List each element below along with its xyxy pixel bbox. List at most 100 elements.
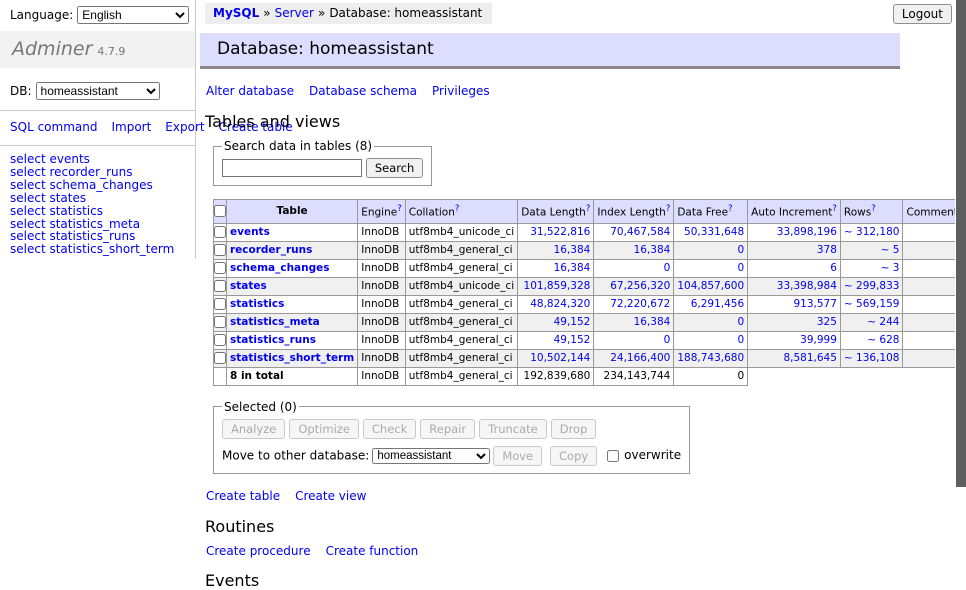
data-free-link[interactable]: 50,331,648 [684, 226, 744, 238]
data-length-link[interactable]: 48,824,320 [530, 298, 590, 310]
data-free-link[interactable]: 0 [737, 334, 744, 346]
optimize-button[interactable]: Optimize [289, 419, 359, 439]
data-length-link[interactable]: 16,384 [554, 262, 591, 274]
move-db-select[interactable]: homeassistant [372, 448, 490, 464]
column-help-link[interactable]: ? [586, 204, 591, 214]
data-free-cell: 0 [674, 241, 748, 259]
link-create-table[interactable]: Create table [206, 489, 280, 503]
auto-increment-link[interactable]: 8,581,645 [783, 352, 836, 364]
breadcrumb-mysql-link[interactable]: MySQL [213, 6, 259, 20]
row-checkbox[interactable] [214, 262, 226, 274]
rows-count-link[interactable]: ~ 299,833 [844, 280, 900, 292]
index-length-link[interactable]: 16,384 [634, 316, 671, 328]
rows-count-link[interactable]: ~ 5 [881, 244, 900, 256]
truncate-button[interactable]: Truncate [479, 419, 547, 439]
auto-increment-link[interactable]: 6 [830, 262, 837, 274]
drop-button[interactable]: Drop [551, 419, 597, 439]
auto-increment-link[interactable]: 378 [817, 244, 837, 256]
sidebar-select-schema-changes[interactable]: select schema_changes [10, 179, 195, 192]
data-free-link[interactable]: 104,857,600 [677, 280, 744, 292]
data-length-link[interactable]: 101,859,328 [524, 280, 591, 292]
auto-increment-link[interactable]: 913,577 [794, 298, 837, 310]
row-checkbox[interactable] [214, 226, 226, 238]
row-checkbox[interactable] [214, 244, 226, 256]
column-help-link[interactable]: ? [728, 204, 733, 214]
column-help-link[interactable]: ? [871, 204, 876, 214]
row-checkbox[interactable] [214, 334, 226, 346]
index-length-link[interactable]: 24,166,400 [610, 352, 670, 364]
data-length-link[interactable]: 31,522,816 [530, 226, 590, 238]
data-free-link[interactable]: 188,743,680 [677, 352, 744, 364]
language-select[interactable]: English [77, 6, 189, 24]
table-link-states[interactable]: states [230, 280, 267, 292]
scrollbar-thumb[interactable] [956, 0, 966, 487]
sidebar-select-states[interactable]: select states [10, 192, 195, 205]
overwrite-checkbox[interactable] [607, 450, 619, 462]
data-length-link[interactable]: 49,152 [554, 316, 591, 328]
rows-count-link[interactable]: ~ 3 [881, 262, 900, 274]
link-create-procedure[interactable]: Create procedure [206, 544, 311, 558]
data-length-link[interactable]: 16,384 [554, 244, 591, 256]
rows-count-link[interactable]: ~ 569,159 [844, 298, 900, 310]
rows-count-link[interactable]: ~ 628 [867, 334, 899, 346]
table-link-events[interactable]: events [230, 226, 270, 238]
scrollbar-track[interactable] [955, 0, 966, 543]
check-button[interactable]: Check [363, 419, 416, 439]
index-length-link[interactable]: 67,256,320 [610, 280, 670, 292]
search-input[interactable] [222, 159, 362, 177]
data-free-link[interactable]: 0 [737, 244, 744, 256]
sidebar-link-export[interactable]: Export [165, 120, 204, 134]
sidebar-link-sql-command[interactable]: SQL command [10, 120, 97, 134]
column-help-link[interactable]: ? [455, 204, 460, 214]
data-free-link[interactable]: 0 [737, 262, 744, 274]
index-length-link[interactable]: 0 [664, 262, 671, 274]
row-checkbox[interactable] [214, 298, 226, 310]
move-button[interactable]: Move [493, 446, 542, 466]
table-link-schema-changes[interactable]: schema_changes [230, 262, 330, 274]
rows-count-link[interactable]: ~ 244 [867, 316, 899, 328]
breadcrumb-server-link[interactable]: Server [275, 6, 314, 20]
index-length-link[interactable]: 70,467,584 [610, 226, 670, 238]
index-length-link[interactable]: 0 [664, 334, 671, 346]
rows-count-link[interactable]: ~ 136,108 [844, 352, 900, 364]
row-checkbox[interactable] [214, 352, 226, 364]
link-create-function[interactable]: Create function [326, 544, 419, 558]
rows-count-link[interactable]: ~ 312,180 [844, 226, 900, 238]
data-free-link[interactable]: 0 [737, 316, 744, 328]
sidebar-link-import[interactable]: Import [111, 120, 151, 134]
select-all-checkbox[interactable] [214, 205, 226, 217]
data-length-link[interactable]: 10,502,144 [530, 352, 590, 364]
table-link-statistics-runs[interactable]: statistics_runs [230, 334, 316, 346]
data-length-link[interactable]: 49,152 [554, 334, 591, 346]
nav-link-privileges[interactable]: Privileges [432, 84, 490, 98]
auto-increment-link[interactable]: 33,398,984 [777, 280, 837, 292]
column-help-link[interactable]: ? [666, 204, 671, 214]
index-length-link[interactable]: 16,384 [634, 244, 671, 256]
analyze-button[interactable]: Analyze [222, 419, 285, 439]
db-select[interactable]: homeassistant [36, 82, 160, 100]
repair-button[interactable]: Repair [420, 419, 475, 439]
row-checkbox[interactable] [214, 280, 226, 292]
adminer-logo-link[interactable]: Adminer [12, 38, 92, 60]
row-checkbox[interactable] [214, 316, 226, 328]
search-button[interactable]: Search [366, 158, 424, 178]
copy-button[interactable]: Copy [550, 446, 597, 466]
auto-increment-link[interactable]: 33,898,196 [777, 226, 837, 238]
sidebar-select-events[interactable]: select events [10, 153, 195, 166]
sidebar-select-statistics-short-term[interactable]: select statistics_short_term [10, 243, 195, 256]
auto-increment-link[interactable]: 325 [817, 316, 837, 328]
table-link-statistics-meta[interactable]: statistics_meta [230, 316, 320, 328]
table-link-statistics-short-term[interactable]: statistics_short_term [230, 352, 354, 364]
table-link-recorder-runs[interactable]: recorder_runs [230, 244, 312, 256]
data-free-link[interactable]: 6,291,456 [691, 298, 744, 310]
column-help-link[interactable]: ? [832, 204, 837, 214]
nav-link-database-schema[interactable]: Database schema [309, 84, 417, 98]
column-help-link[interactable]: ? [397, 204, 402, 214]
sidebar-select-statistics[interactable]: select statistics [10, 205, 195, 218]
auto-increment-link[interactable]: 39,999 [800, 334, 837, 346]
index-length-link[interactable]: 72,220,672 [610, 298, 670, 310]
link-create-view[interactable]: Create view [295, 489, 366, 503]
sidebar-select-recorder-runs[interactable]: select recorder_runs [10, 166, 195, 179]
nav-link-alter-database[interactable]: Alter database [206, 84, 294, 98]
table-link-statistics[interactable]: statistics [230, 298, 284, 310]
